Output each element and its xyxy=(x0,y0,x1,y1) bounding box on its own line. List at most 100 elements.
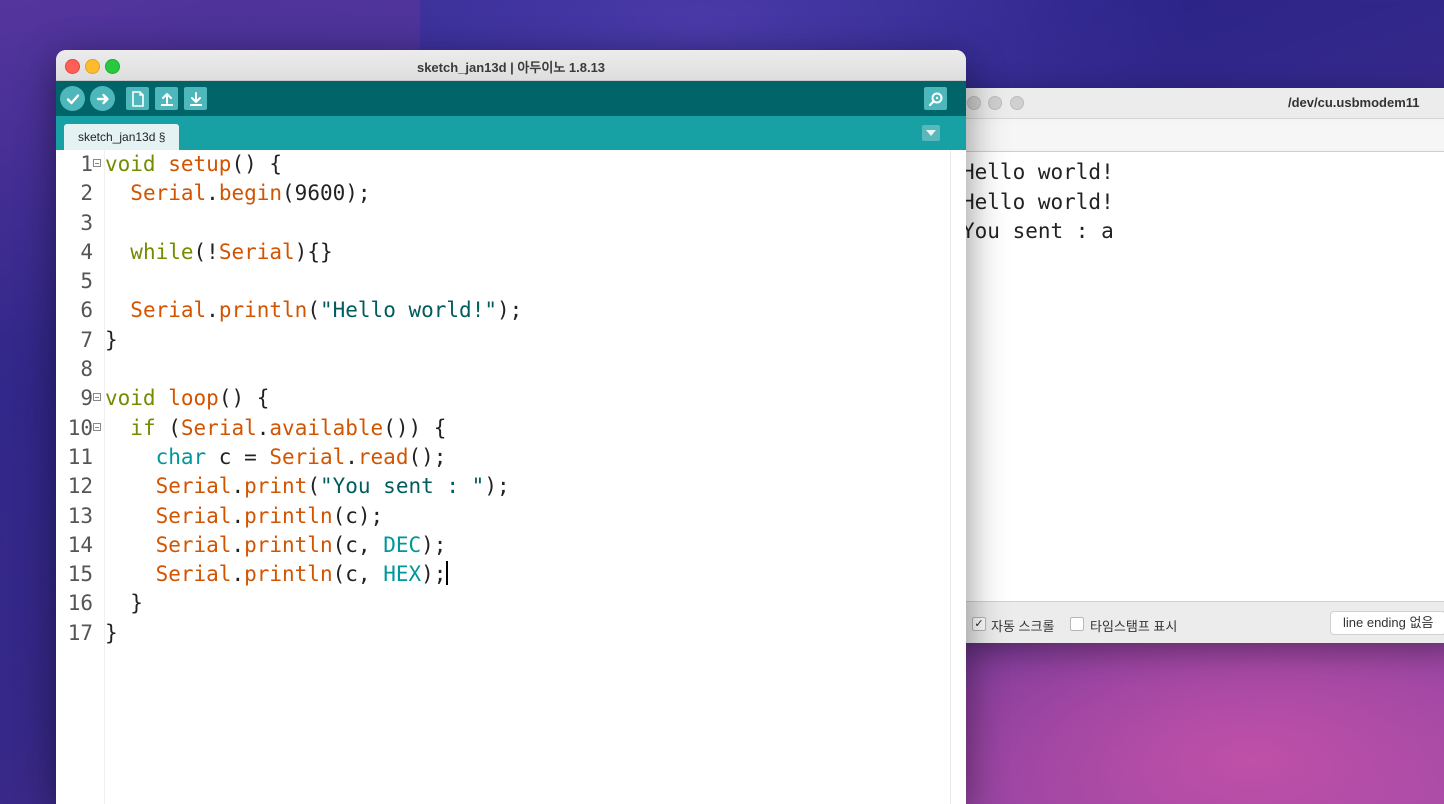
autoscroll-label: 자동 스크롤 xyxy=(991,619,1055,634)
code-text: if (Serial.available()) { xyxy=(105,414,446,443)
code-token: Serial xyxy=(155,503,232,528)
code-token: print xyxy=(244,474,308,499)
code-text: Serial.println("Hello world!"); xyxy=(105,296,522,325)
code-token: Serial xyxy=(130,181,207,206)
upload-button[interactable] xyxy=(90,86,115,111)
serial-minimize-button[interactable] xyxy=(988,96,1002,110)
code-text: while(!Serial){} xyxy=(105,238,332,267)
code-token: . xyxy=(231,532,245,557)
verify-button[interactable] xyxy=(60,86,85,111)
open-sketch-button[interactable] xyxy=(155,87,178,110)
code-token: setup xyxy=(168,152,232,176)
code-token: println xyxy=(244,532,333,557)
line-number: 4 xyxy=(80,239,93,264)
serial-close-button[interactable] xyxy=(967,96,981,110)
code-token: (c); xyxy=(332,503,384,528)
code-token: "Hello world!" xyxy=(319,298,497,323)
code-token: (); xyxy=(408,444,447,469)
line-number: 16 xyxy=(67,591,93,616)
code-token: Serial xyxy=(218,239,295,264)
timestamp-label: 타임스탬프 표시 xyxy=(1090,619,1178,634)
code-token: (! xyxy=(193,239,219,264)
serial-output: Hello world! Hello world! You sent : a xyxy=(958,160,1444,600)
code-token: ( xyxy=(307,474,320,499)
code-token: } xyxy=(105,327,118,352)
code-token: void xyxy=(105,386,156,411)
line-number: 2 xyxy=(80,181,93,206)
autoscroll-checkbox[interactable]: ✓ xyxy=(972,617,986,631)
code-token: Serial xyxy=(155,474,232,499)
serial-send-input[interactable] xyxy=(964,123,1444,149)
serial-maximize-button[interactable] xyxy=(1010,96,1024,110)
code-token: ( xyxy=(155,415,181,440)
code-token: if xyxy=(130,415,156,440)
code-token: . xyxy=(256,415,270,440)
line-number: 8 xyxy=(80,357,93,382)
line-ending-select[interactable]: line ending 없음 xyxy=(1330,611,1444,635)
fold-toggle-icon[interactable] xyxy=(93,159,101,167)
code-token: println xyxy=(244,562,333,587)
code-token: } xyxy=(105,620,118,645)
line-number: 6 xyxy=(80,298,93,323)
serial-monitor-window: /dev/cu.usbmodem11 Hello world! Hello wor… xyxy=(958,88,1444,643)
fold-toggle-icon[interactable] xyxy=(93,422,101,431)
code-token: ); xyxy=(421,532,447,557)
serial-output-line: You sent : a xyxy=(962,219,1114,243)
code-text: } xyxy=(105,589,143,618)
code-token: loop xyxy=(168,386,219,411)
new-sketch-button[interactable] xyxy=(126,87,149,110)
line-number: 11 xyxy=(67,444,93,469)
code-token: Serial xyxy=(130,298,207,323)
tab-sketch[interactable]: sketch_jan13d § xyxy=(64,124,180,150)
serial-output-line: Hello world! xyxy=(962,189,1114,214)
fold-toggle-icon[interactable] xyxy=(93,393,101,402)
code-text: Serial.begin(9600); xyxy=(105,179,371,208)
code-editor[interactable]: 1 void setup() {2 Serial.begin(9600); 3 4 w… xyxy=(56,150,966,804)
code-token: (9600); xyxy=(282,181,371,206)
code-token: () { xyxy=(218,386,270,411)
code-token: c = xyxy=(206,444,270,469)
code-text: Serial.println(c); xyxy=(105,502,384,531)
serial-bottom-bar: ✓ 자동 스크롤 타임스탬프 표시 line ending 없음 xyxy=(958,601,1444,643)
code-token: ( xyxy=(307,298,320,323)
code-text: void loop() { xyxy=(105,384,269,413)
serial-output-line: Hello world! xyxy=(962,160,1114,184)
chevron-down-icon xyxy=(926,130,936,136)
code-token: . xyxy=(206,181,219,206)
line-number: 5 xyxy=(80,269,93,294)
line-number: 12 xyxy=(67,474,93,499)
tab-menu-button[interactable] xyxy=(922,125,940,141)
code-token: (c, xyxy=(332,562,384,587)
code-text: Serial.println(c, DEC); xyxy=(105,531,447,560)
ide-titlebar: sketch_jan13d | 아두이노 1.8.13 xyxy=(56,50,966,81)
code-token: . xyxy=(231,474,245,499)
code-token: } xyxy=(105,591,143,616)
code-token: ); xyxy=(497,298,523,323)
editor-scroll-divider xyxy=(950,150,951,804)
code-token: (c, xyxy=(332,532,384,557)
serial-monitor-button[interactable] xyxy=(924,87,947,110)
text-caret xyxy=(446,561,449,586)
save-sketch-button[interactable] xyxy=(184,87,207,110)
line-number: 3 xyxy=(80,210,93,235)
ide-window-title: sketch_jan13d | 아두이노 1.8.13 xyxy=(416,60,606,75)
timestamp-checkbox[interactable] xyxy=(1070,617,1084,631)
code-token: available xyxy=(269,415,384,440)
line-number: 10 xyxy=(67,415,93,440)
code-token: ); xyxy=(484,474,510,499)
code-token: char xyxy=(155,444,207,469)
line-number: 15 xyxy=(67,562,93,587)
code-token: void xyxy=(105,152,156,176)
code-token: begin xyxy=(218,181,283,206)
code-token: Serial xyxy=(155,532,232,557)
code-text: } xyxy=(105,619,118,648)
code-text: void setup() { xyxy=(105,150,282,179)
